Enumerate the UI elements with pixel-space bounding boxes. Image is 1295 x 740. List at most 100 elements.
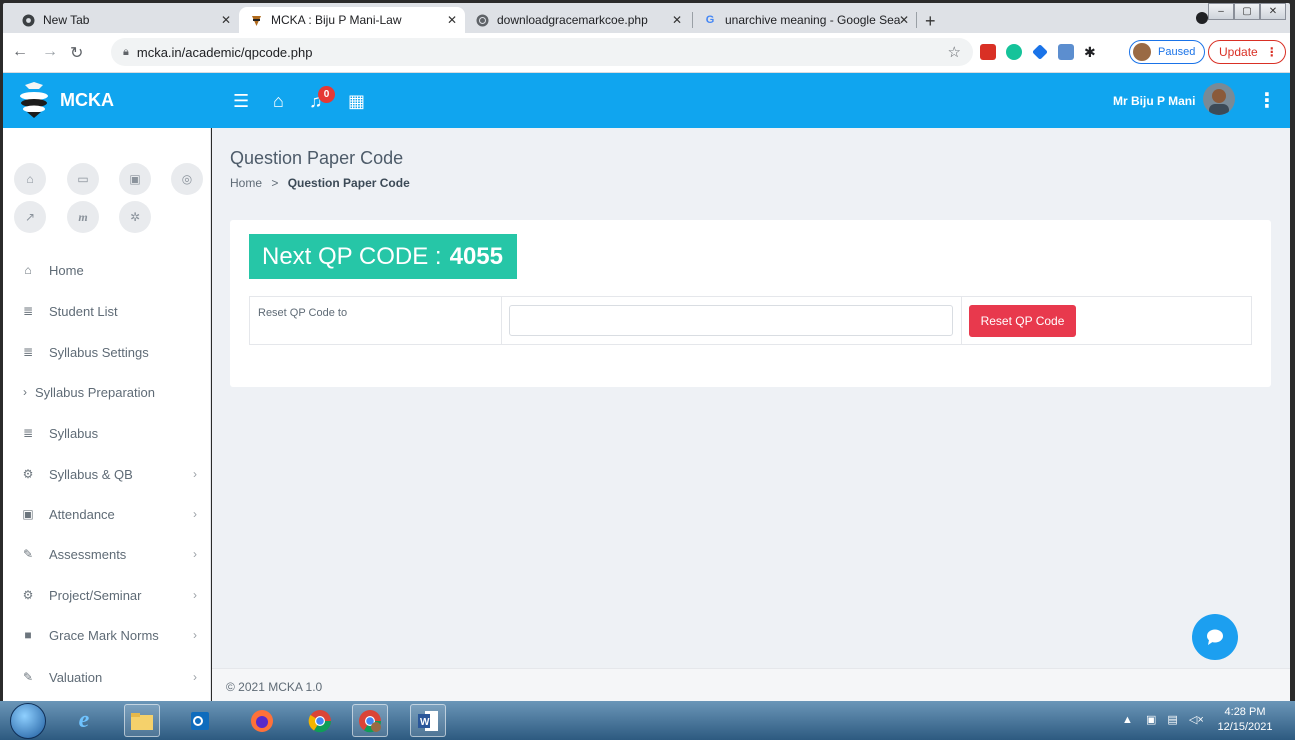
- user-name[interactable]: Mr Biju P Mani: [1113, 94, 1195, 108]
- back-arrow-icon[interactable]: ←: [12, 43, 28, 61]
- volume-muted-icon[interactable]: ◁×: [1189, 714, 1204, 726]
- close-window-button[interactable]: ✕: [1260, 3, 1286, 20]
- forward-arrow-icon[interactable]: →: [42, 43, 58, 61]
- internet-explorer-icon[interactable]: e: [66, 704, 102, 737]
- bookmark-star-icon[interactable]: ☆: [948, 43, 961, 61]
- lock-icon[interactable]: ▣: [119, 163, 151, 195]
- home-icon: ⌂: [24, 263, 32, 277]
- action-center-icon[interactable]: ▤: [1167, 714, 1177, 726]
- sidebar-item-syllabus-preparation[interactable]: › Syllabus Preparation: [3, 372, 211, 412]
- next-qp-value: 4055: [449, 242, 503, 270]
- sidebar-item-label: Syllabus Preparation: [35, 384, 155, 400]
- chevron-right-icon: ›: [193, 628, 197, 642]
- reload-icon[interactable]: ↻: [70, 43, 83, 63]
- close-icon[interactable]: ✕: [899, 13, 909, 27]
- reset-qp-code-input[interactable]: [509, 305, 953, 336]
- tab-downloadgracemark[interactable]: downloadgracemarkcoe.php ✕: [465, 7, 690, 33]
- extension-red-icon[interactable]: [980, 44, 996, 60]
- network-icon[interactable]: ▣: [1146, 714, 1156, 726]
- grammarly-icon[interactable]: [1006, 44, 1022, 60]
- sidebar-item-valuation[interactable]: ✎ Valuation ›: [3, 657, 211, 697]
- reset-qp-code-button[interactable]: Reset QP Code: [969, 305, 1076, 337]
- tab-google-search[interactable]: G unarchive meaning - Google Sea ✕: [693, 7, 917, 33]
- word-icon[interactable]: W: [410, 704, 446, 737]
- chevron-right-icon: ›: [193, 507, 197, 521]
- eye-icon[interactable]: ◎: [171, 163, 203, 195]
- address-bar[interactable]: 🔒︎ mcka.in/academic/qpcode.php ☆: [111, 38, 973, 66]
- breadcrumb-home[interactable]: Home: [230, 176, 262, 190]
- reset-qp-label: Reset QP Code to: [250, 297, 502, 344]
- update-button[interactable]: Update ⋮: [1208, 40, 1286, 64]
- sidebar-item-label: Grace Mark Norms: [49, 627, 159, 643]
- calendar-check-icon: ▣: [22, 507, 34, 521]
- extension-printer-icon[interactable]: [1058, 44, 1074, 60]
- sidebar-item-attendance[interactable]: ▣ Attendance ›: [3, 494, 211, 534]
- brand-name[interactable]: MCKA: [60, 90, 114, 111]
- screen: New Tab ✕ MCKA : Biju P Mani-Law ✕ downl…: [0, 0, 1295, 740]
- chat-bubble-icon[interactable]: [1192, 614, 1238, 660]
- external-link-icon[interactable]: ↗: [14, 201, 46, 233]
- firefox-icon[interactable]: [244, 704, 280, 737]
- apps-grid-icon[interactable]: ▦: [348, 91, 365, 112]
- gears-icon: ⚙: [22, 467, 34, 481]
- lock-icon: 🔒︎: [123, 45, 129, 58]
- sidebar-item-label: Student List: [49, 303, 118, 319]
- sidebar-item-syllabus-qb[interactable]: ⚙ Syllabus & QB ›: [3, 454, 211, 494]
- quick-home-icon[interactable]: ⌂: [14, 163, 46, 195]
- next-qp-label: Next QP CODE :: [262, 242, 442, 270]
- chrome-icon[interactable]: [302, 704, 338, 737]
- tab-title: New Tab: [43, 13, 90, 27]
- file-explorer-icon[interactable]: [124, 704, 160, 737]
- extensions-puzzle-icon[interactable]: ✱: [1084, 44, 1100, 60]
- google-icon: G: [705, 14, 715, 26]
- tab-mcka[interactable]: MCKA : Biju P Mani-Law ✕: [239, 7, 465, 33]
- sidebar-item-label: Assessments: [49, 546, 127, 562]
- close-icon[interactable]: ✕: [672, 13, 682, 27]
- profile-avatar: [1133, 43, 1151, 61]
- next-qp-code-banner: Next QP CODE : 4055: [249, 234, 517, 279]
- outlook-icon[interactable]: [182, 704, 218, 737]
- pencil-icon: ✎: [22, 670, 34, 684]
- tab-separator: [916, 12, 917, 28]
- moodle-icon[interactable]: m: [67, 201, 99, 233]
- minimize-button[interactable]: –: [1208, 3, 1234, 20]
- browser-toolbar: ← → ↻ 🔒︎ mcka.in/academic/qpcode.php ☆ ✱…: [3, 33, 1290, 73]
- page-title: Question Paper Code: [230, 148, 404, 168]
- chevron-right-icon: ›: [193, 670, 197, 684]
- clock[interactable]: 4:28 PM 12/15/2021: [1210, 705, 1280, 735]
- sidebar-item-home[interactable]: ⌂ Home: [3, 250, 211, 290]
- list-icon: ≣: [22, 304, 34, 318]
- gear-icon[interactable]: ✲: [119, 201, 151, 233]
- more-options-icon[interactable]: ⋮: [1257, 88, 1277, 113]
- tab-title: downloadgracemarkcoe.php: [497, 13, 648, 27]
- reset-qp-input-cell: [502, 297, 962, 344]
- sidebar-item-syllabus-settings[interactable]: ≣ Syllabus Settings: [3, 332, 211, 372]
- sidebar-item-student-list[interactable]: ≣ Student List: [3, 291, 211, 331]
- menu-dots-icon: ⋮: [1265, 45, 1278, 59]
- list-icon: ≣: [22, 345, 34, 359]
- paused-label: Paused: [1158, 46, 1196, 58]
- extension-blue-icon[interactable]: [1032, 44, 1048, 60]
- window-controls: – ▢ ✕: [1208, 3, 1286, 20]
- tray-expand-icon[interactable]: ▲: [1122, 714, 1133, 726]
- close-icon[interactable]: ✕: [447, 13, 457, 27]
- home-icon[interactable]: ⌂: [273, 91, 284, 112]
- app-header: MCKA ☰ ⌂ ♫ 0 ▦ Mr Biju P Mani ⋮: [3, 73, 1290, 128]
- profile-paused-button[interactable]: Paused: [1129, 40, 1205, 64]
- close-icon[interactable]: ✕: [221, 13, 231, 27]
- sidebar-item-syllabus[interactable]: ≣ Syllabus: [3, 413, 211, 453]
- tab-new-tab[interactable]: New Tab ✕: [11, 7, 239, 33]
- start-button[interactable]: [10, 703, 46, 739]
- menu-toggle-icon[interactable]: ☰: [233, 91, 249, 112]
- sidebar-item-grace-mark-norms[interactable]: ■ Grace Mark Norms ›: [3, 615, 211, 655]
- new-tab-button[interactable]: +: [925, 11, 936, 32]
- mcka-logo-icon[interactable]: [15, 81, 53, 119]
- sidebar-item-assessments[interactable]: ✎ Assessments ›: [3, 534, 211, 574]
- chrome-profile-icon[interactable]: [352, 704, 388, 737]
- id-card-icon[interactable]: ▭: [67, 163, 99, 195]
- tab-search-icon[interactable]: [1196, 12, 1208, 24]
- sidebar-item-project-seminar[interactable]: ⚙ Project/Seminar ›: [3, 575, 211, 615]
- avatar[interactable]: [1203, 83, 1235, 115]
- maximize-button[interactable]: ▢: [1234, 3, 1260, 20]
- breadcrumb-current: Question Paper Code: [287, 176, 410, 190]
